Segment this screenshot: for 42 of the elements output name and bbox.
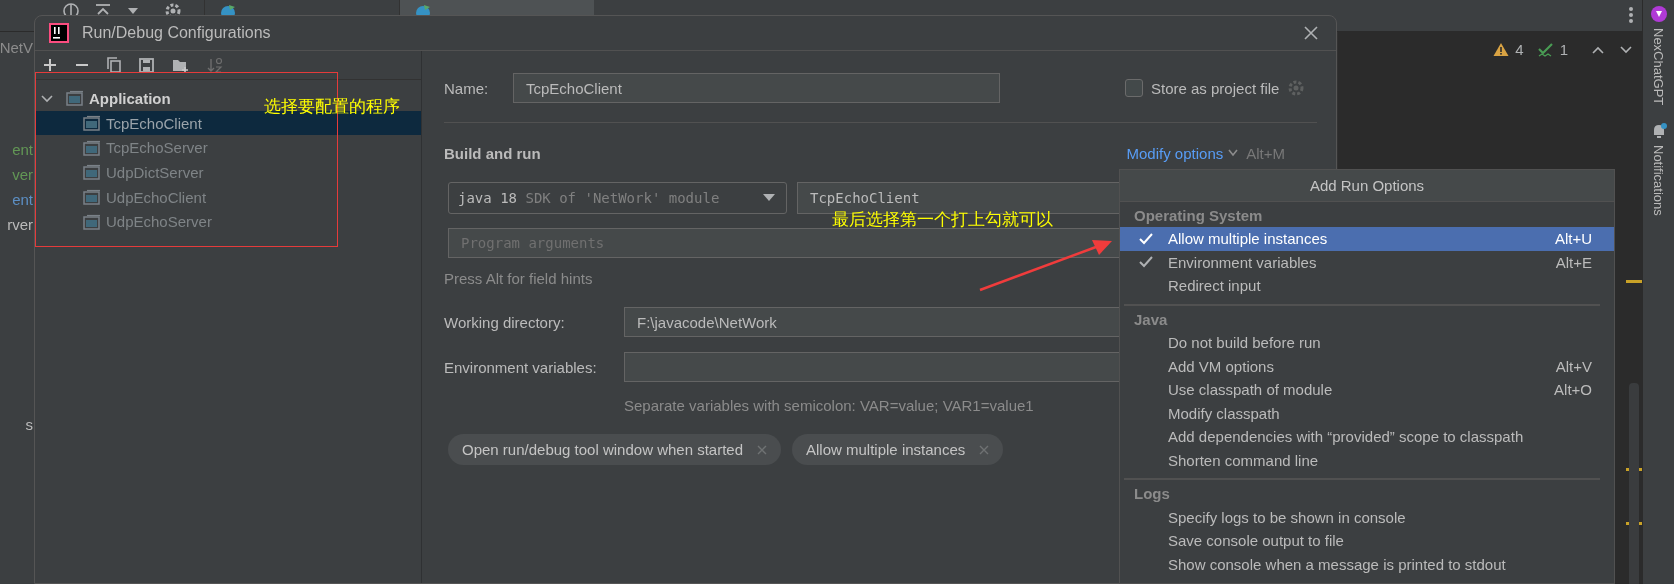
tree-node[interactable]: Application	[35, 86, 175, 111]
menu-item[interactable]: Save console output to file	[1120, 528, 1614, 553]
modify-options-link[interactable]: Modify options	[1126, 144, 1224, 162]
project-tree-item[interactable]: ent	[12, 137, 33, 162]
project-tree-item[interactable]: ent	[12, 187, 33, 212]
option-chip[interactable]: Open run/debug tool window when started	[448, 434, 781, 465]
menu-item[interactable]: Show console when a message is printed to stdout	[1120, 552, 1614, 577]
field-label: Working directory:	[444, 313, 566, 331]
tree-item[interactable]: TcpEchoServer	[35, 135, 421, 161]
hint-text: Separate variables with semicolon: VAR=value; VAR1=value1	[624, 397, 1034, 414]
group-header: Logs	[1133, 484, 1171, 505]
project-tree-item[interactable]: NetV	[0, 35, 33, 60]
dialog-title: Run/Debug Configurations	[82, 24, 271, 42]
field-label: Name:	[444, 79, 490, 97]
project-tree-item[interactable]: rver	[7, 212, 33, 237]
problem-count: 1	[1559, 41, 1568, 58]
shortcut-text: Alt+M	[1246, 144, 1285, 162]
group-header: Java	[1133, 309, 1169, 330]
tool-window-button[interactable]: Notifications	[1650, 123, 1667, 217]
menu-item[interactable]: Use classpath of module Alt+O	[1120, 377, 1614, 402]
option-chip[interactable]: Allow multiple instances	[792, 434, 1004, 465]
menu-item[interactable]: Redirect input	[1120, 274, 1614, 298]
project-tree-item[interactable]: ver	[12, 162, 33, 187]
name-field[interactable]: TcpEchoClient	[513, 73, 1000, 103]
hint-text: Press Alt for field hints	[444, 270, 593, 287]
menu-item[interactable]: Add dependencies with “provided” scope to classpath	[1120, 425, 1614, 449]
project-tree-item[interactable]: s	[25, 412, 33, 437]
menu-item[interactable]: Add VM options Alt+V	[1120, 354, 1614, 378]
tree-item[interactable]: UdpDictServer	[35, 160, 421, 185]
menu-item[interactable]: Allow multiple instances Alt+U	[1120, 227, 1614, 251]
menu-item[interactable]: Modify classpath	[1120, 401, 1614, 426]
checkbox-label[interactable]: Store as project file	[1151, 79, 1280, 97]
section-title: Build and run	[444, 144, 541, 162]
problem-count: 4	[1515, 41, 1524, 58]
menu-item[interactable]: Specify logs to be shown in console	[1120, 505, 1614, 529]
tool-window-button[interactable]: NexChatGPT	[1650, 6, 1667, 106]
tree-item[interactable]: UdpEchoClient	[35, 184, 421, 210]
tree-item[interactable]: UdpEchoServer	[35, 209, 421, 235]
menu-item[interactable]: Shorten command line	[1120, 448, 1614, 473]
field-label: Environment variables:	[444, 358, 598, 376]
popup-title: Add Run Options	[1120, 170, 1614, 202]
jre-dropdown[interactable]: java 18 SDK of 'NetWork' module	[448, 182, 787, 214]
